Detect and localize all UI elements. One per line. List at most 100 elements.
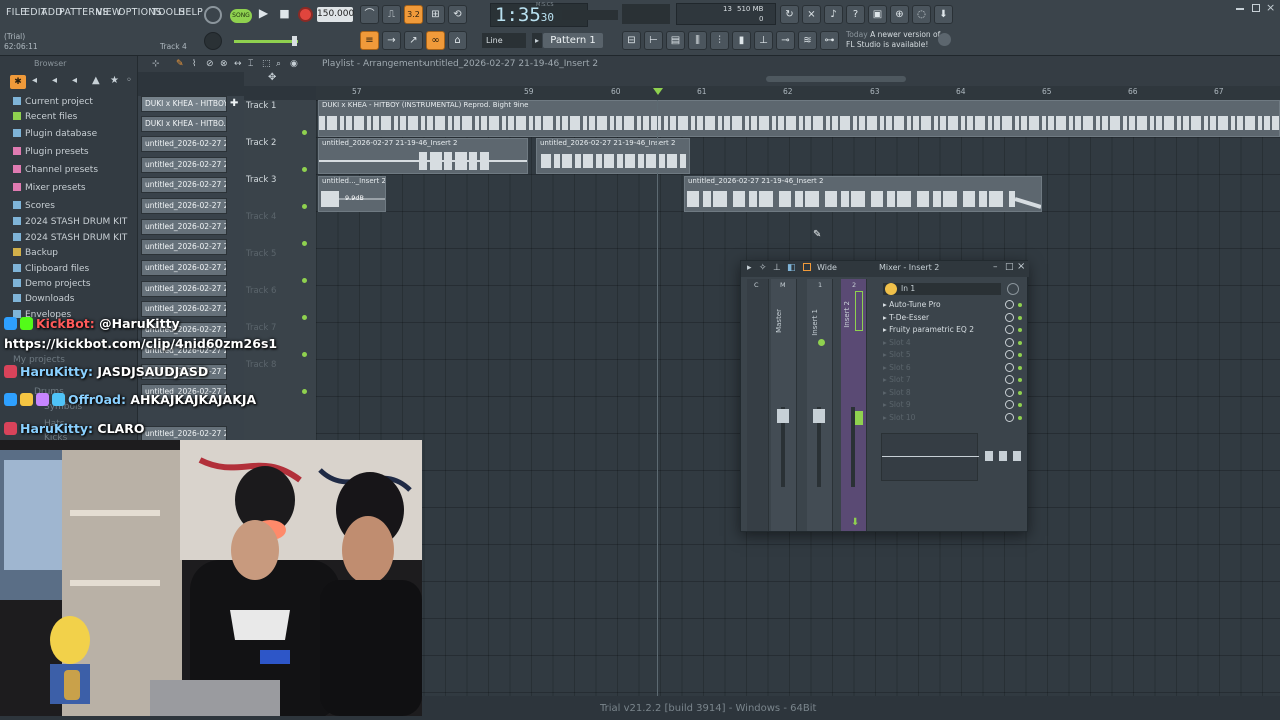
audio-clip[interactable]: DUKI x KHEA - HITBOY (INSTRUMENTAL) Repr… bbox=[318, 100, 1280, 137]
slot-mix-knob[interactable] bbox=[1005, 313, 1014, 322]
slot-enable-led[interactable] bbox=[1018, 316, 1022, 320]
main-volume-slider[interactable] bbox=[234, 40, 298, 43]
master-volume-knob[interactable] bbox=[204, 32, 222, 50]
snap-icon[interactable]: ⌂ bbox=[448, 31, 467, 50]
browser-all-icon[interactable]: ✱ bbox=[10, 75, 26, 89]
audio-clip[interactable]: untitled_2026-02-27 21-19-46_Insert 2 bbox=[318, 138, 528, 174]
main-volume-handle[interactable] bbox=[292, 36, 297, 46]
tempo-display[interactable]: 150.000 bbox=[317, 7, 354, 22]
menu-help[interactable]: HELP bbox=[178, 7, 203, 18]
effect-slot[interactable]: ▸ Slot 10 bbox=[883, 412, 1003, 424]
mixer-strip-current[interactable]: C bbox=[747, 279, 769, 531]
slot-enable-led[interactable] bbox=[1018, 341, 1022, 345]
slide-icon[interactable]: ↗ bbox=[404, 31, 423, 50]
news-panel[interactable]: Today A newer version of FL Studio is av… bbox=[846, 30, 950, 50]
browser-item[interactable]: Scores bbox=[13, 198, 55, 214]
stop-button[interactable]: ■ bbox=[275, 5, 294, 24]
mixer-strip-insert2[interactable]: 2 Insert 2 ⬇ bbox=[841, 279, 867, 531]
eq-display[interactable] bbox=[881, 433, 979, 481]
slot-enable-led[interactable] bbox=[1018, 303, 1022, 307]
pattern-clip-item[interactable]: untitled_2026-02-27 20- bbox=[141, 219, 227, 235]
strip-led[interactable] bbox=[818, 339, 825, 346]
typing-keyboard-icon[interactable]: ∞ bbox=[426, 31, 445, 50]
browser-item[interactable]: Backup bbox=[13, 245, 58, 261]
slice-tool-icon[interactable]: ⌶ bbox=[248, 56, 253, 72]
track-led[interactable] bbox=[302, 167, 307, 172]
slot-enable-led[interactable] bbox=[1018, 366, 1022, 370]
song-mode-toggle[interactable]: SONG bbox=[230, 9, 252, 23]
countdown-icon[interactable]: 3.2 bbox=[404, 5, 423, 24]
mixer-minimize-icon[interactable]: – bbox=[993, 262, 998, 272]
step-icon[interactable]: → bbox=[382, 31, 401, 50]
playback-tool-icon[interactable]: ◉ bbox=[290, 56, 298, 72]
effect-slot[interactable]: ▸ Slot 8 bbox=[883, 387, 1003, 399]
pattern-clip-item[interactable]: untitled_2026-02-27 20- bbox=[141, 281, 227, 297]
mute-tool-icon[interactable]: ⊗ bbox=[220, 56, 228, 72]
eq-fader-handle[interactable] bbox=[999, 451, 1007, 461]
tag-icon[interactable]: ⊸ bbox=[776, 31, 795, 50]
delete-tool-icon[interactable]: ⊘ bbox=[206, 56, 214, 72]
track-name[interactable]: Track 3 bbox=[246, 175, 276, 185]
mixer-mode[interactable]: Wide bbox=[817, 263, 837, 272]
slot-mix-knob[interactable] bbox=[1005, 400, 1014, 409]
select-tool-icon[interactable]: ⬚ bbox=[262, 56, 271, 72]
effect-slot[interactable]: ▸ T-De-Esser bbox=[883, 312, 1003, 324]
slot-enable-led[interactable] bbox=[1018, 391, 1022, 395]
download-icon[interactable]: ⬇ bbox=[934, 5, 953, 24]
pattern-clip-item[interactable]: untitled_2026-02-27 20- bbox=[141, 136, 227, 152]
master-pitch-knob[interactable] bbox=[204, 6, 222, 24]
mixer-strip-insert1[interactable]: 1 Insert 1 bbox=[807, 279, 833, 531]
metronome-icon[interactable]: ⌒ bbox=[360, 5, 379, 24]
browser-item[interactable]: Downloads bbox=[13, 291, 74, 307]
add-clip-icon[interactable]: ✚ bbox=[230, 98, 238, 109]
track-name[interactable]: Track 7 bbox=[246, 323, 276, 333]
slot-mix-knob[interactable] bbox=[1005, 375, 1014, 384]
input-selector[interactable]: In 1 bbox=[883, 283, 1001, 295]
pattern-clip-item[interactable]: untitled_2026-02-27 20- bbox=[141, 198, 227, 214]
eq-fader-handle[interactable] bbox=[985, 451, 993, 461]
maximize-icon[interactable] bbox=[1252, 4, 1260, 12]
mic-icon[interactable]: ♪ bbox=[824, 5, 843, 24]
track-name[interactable]: Track 2 bbox=[246, 138, 276, 148]
slot-mix-knob[interactable] bbox=[1005, 338, 1014, 347]
effect-slot[interactable]: ▸ Slot 6 bbox=[883, 362, 1003, 374]
track-name[interactable]: Track 5 bbox=[246, 249, 276, 259]
close-icon[interactable]: × bbox=[1266, 1, 1275, 14]
slot-mix-knob[interactable] bbox=[1005, 388, 1014, 397]
mixer-icon[interactable]: ⫼ bbox=[688, 31, 707, 50]
audio-clip[interactable]: untitled_2026-02-27 21-19-46_Insert 2 bbox=[684, 176, 1042, 212]
pattern-clip-item[interactable]: DUKI x KHEA - HITBOY bbox=[141, 96, 227, 112]
chat-link[interactable]: https://kickbot.com/clip/4nid60zm26s1 bbox=[4, 336, 277, 351]
paint-tool-icon[interactable]: ⌇ bbox=[192, 56, 196, 72]
mixer-toggle-icon[interactable]: ⨯ bbox=[802, 5, 821, 24]
fader-handle[interactable] bbox=[855, 411, 863, 425]
pattern-clip-item[interactable]: untitled_2026-02-27 20- bbox=[141, 239, 227, 255]
mixer-titlebar[interactable]: ▸ ✧ ⊥ ◧ Wide Mixer - Insert 2 – □ × bbox=[741, 261, 1029, 277]
channel-rack-icon[interactable]: ⊢ bbox=[644, 31, 663, 50]
browser-item[interactable]: 2024 STASH DRUM KIT bbox=[13, 230, 127, 246]
slot-enable-led[interactable] bbox=[1018, 416, 1022, 420]
track-led[interactable] bbox=[302, 315, 307, 320]
browser-pin-icon[interactable]: ▲ bbox=[92, 75, 100, 86]
pattern-clip-item[interactable]: untitled_2026-02-27 20- bbox=[141, 157, 227, 173]
playlist-view-icon[interactable]: ⊟ bbox=[622, 31, 641, 50]
zoom-tool-icon[interactable]: ⌕ bbox=[276, 56, 281, 72]
chat-icon[interactable]: ◌ bbox=[912, 5, 931, 24]
browser-item[interactable]: 2024 STASH DRUM KIT bbox=[13, 214, 127, 230]
track-name[interactable]: Track 8 bbox=[246, 360, 276, 370]
mixer-close-icon[interactable]: × bbox=[1017, 261, 1025, 272]
plug-icon[interactable]: ⊥ bbox=[754, 31, 773, 50]
input-gear-icon[interactable] bbox=[1007, 283, 1019, 295]
pattern-prev-icon[interactable]: ▸ bbox=[532, 33, 542, 48]
slot-mix-knob[interactable] bbox=[1005, 300, 1014, 309]
browser-item[interactable]: Current project bbox=[13, 94, 93, 110]
track-led[interactable] bbox=[302, 204, 307, 209]
undo-icon[interactable]: ↻ bbox=[780, 5, 799, 24]
effect-slot[interactable]: ▸ Slot 4 bbox=[883, 337, 1003, 349]
horizontal-scrollbar[interactable] bbox=[766, 76, 906, 82]
browser-item[interactable]: Plugin presets bbox=[13, 144, 89, 160]
fader-handle[interactable] bbox=[777, 409, 789, 423]
mix-icon[interactable]: ≋ bbox=[798, 31, 817, 50]
track-led[interactable] bbox=[302, 241, 307, 246]
wait-input-icon[interactable]: ⎍ bbox=[382, 5, 401, 24]
